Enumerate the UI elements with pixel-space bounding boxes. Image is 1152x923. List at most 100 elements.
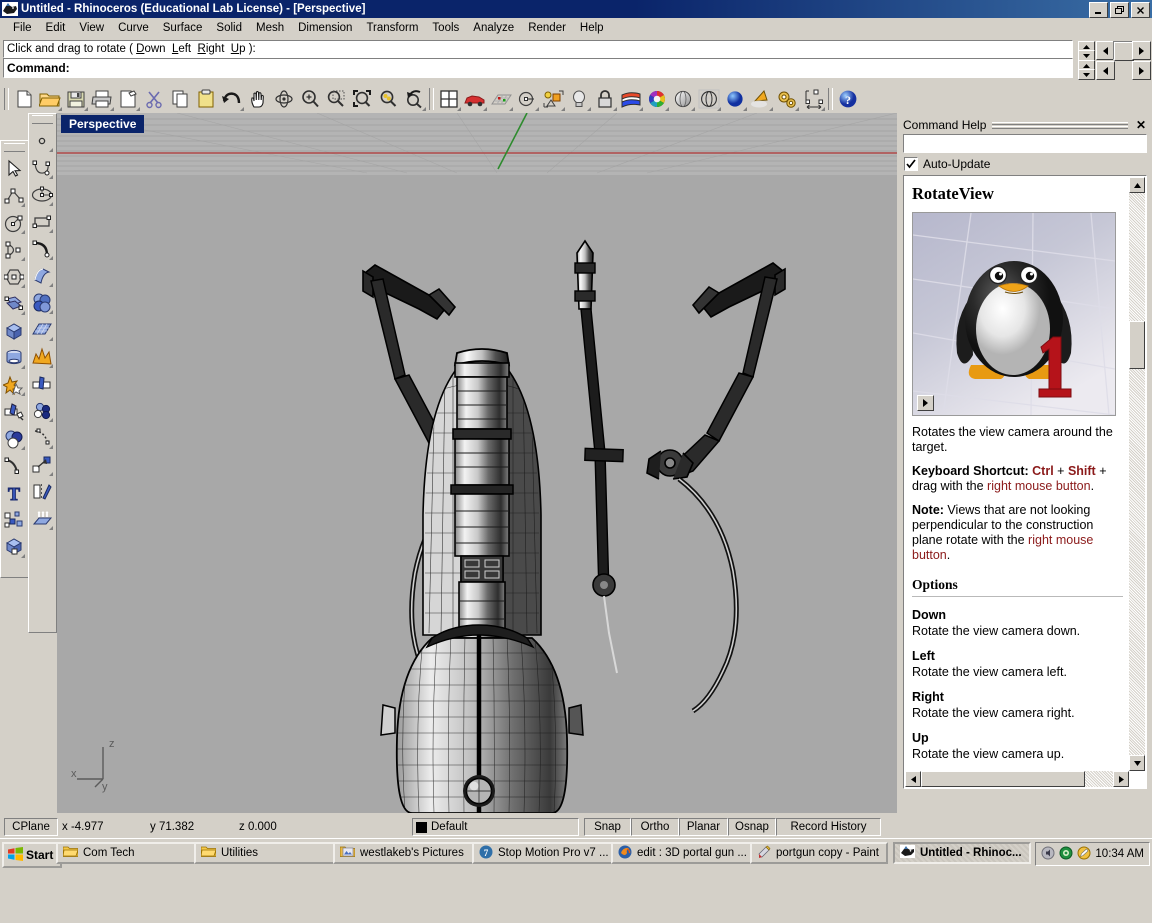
close-button[interactable] bbox=[1131, 2, 1150, 18]
fillet-curve-icon[interactable] bbox=[1, 452, 26, 479]
help-hscroll-left-button[interactable] bbox=[905, 771, 921, 787]
object-properties-icon[interactable] bbox=[540, 86, 566, 112]
help-scroll-down-button[interactable] bbox=[1129, 755, 1145, 771]
help-question-icon[interactable]: ? bbox=[835, 86, 861, 112]
control-point-curve-icon[interactable] bbox=[29, 154, 54, 181]
menu-file[interactable]: File bbox=[6, 20, 39, 36]
cmd-hscroll-right-button[interactable] bbox=[1132, 41, 1151, 60]
arc-icon[interactable] bbox=[1, 236, 26, 263]
pan-hand-icon[interactable] bbox=[245, 86, 271, 112]
polyline-icon[interactable] bbox=[1, 182, 26, 209]
boolean-star-icon[interactable] bbox=[1, 371, 26, 398]
viewport-label[interactable]: Perspective bbox=[61, 115, 144, 133]
play-animation-button[interactable] bbox=[917, 395, 934, 411]
layer-icon[interactable] bbox=[618, 86, 644, 112]
menu-dimension[interactable]: Dimension bbox=[291, 20, 359, 36]
menu-mesh[interactable]: Mesh bbox=[249, 20, 291, 36]
zoom-previous-icon[interactable] bbox=[401, 86, 427, 112]
volume-icon[interactable] bbox=[1041, 846, 1055, 863]
command-help-search-input[interactable] bbox=[904, 135, 1146, 152]
open-folder-icon[interactable] bbox=[37, 86, 63, 112]
text-tool-icon[interactable]: T bbox=[1, 479, 26, 506]
rectangle-icon[interactable] bbox=[29, 208, 54, 235]
curve-arc-icon[interactable] bbox=[29, 235, 54, 262]
cut-scissors-icon[interactable] bbox=[141, 86, 167, 112]
auto-update-row[interactable]: Auto-Update bbox=[904, 157, 990, 171]
zoom-in-icon[interactable] bbox=[297, 86, 323, 112]
perspective-viewport[interactable]: Perspective bbox=[57, 113, 897, 813]
minimize-button[interactable] bbox=[1089, 2, 1108, 18]
dimension-icon[interactable] bbox=[800, 86, 826, 112]
menu-solid[interactable]: Solid bbox=[209, 20, 249, 36]
help-hscroll-thumb[interactable] bbox=[921, 771, 1085, 787]
move-arrow-icon[interactable] bbox=[29, 451, 54, 478]
gears-icon[interactable] bbox=[774, 86, 800, 112]
taskbar-button-rhinoceros[interactable]: Untitled - Rhinoc... bbox=[893, 842, 1031, 864]
mirror-icon[interactable] bbox=[29, 478, 54, 505]
taskbar-button-stop-motion-pro[interactable]: 7 Stop Motion Pro v7 ... bbox=[472, 842, 622, 864]
zoom-window-icon[interactable] bbox=[323, 86, 349, 112]
box-solid-icon[interactable] bbox=[1, 317, 26, 344]
explode-icon[interactable] bbox=[1, 506, 26, 533]
array-up-icon[interactable] bbox=[29, 505, 54, 532]
undo-arrow-icon[interactable] bbox=[219, 86, 245, 112]
new-file-icon[interactable] bbox=[11, 86, 37, 112]
menu-help[interactable]: Help bbox=[573, 20, 611, 36]
print-preview-icon[interactable] bbox=[115, 86, 141, 112]
start-button[interactable]: Start bbox=[2, 842, 62, 868]
spotlight-cone-icon[interactable] bbox=[748, 86, 774, 112]
command-prompt-line[interactable]: Command: bbox=[3, 58, 1073, 78]
explode-burst-icon[interactable] bbox=[29, 343, 54, 370]
help-hscroll-right-button[interactable] bbox=[1113, 771, 1129, 787]
taskbar-button-com-tech[interactable]: Com Tech bbox=[56, 842, 206, 864]
zoom-extents-icon[interactable] bbox=[349, 86, 375, 112]
command-scroll-down-button[interactable] bbox=[1078, 69, 1095, 80]
surface-grid-icon[interactable] bbox=[29, 316, 54, 343]
menu-curve[interactable]: Curve bbox=[111, 20, 156, 36]
panel-grip[interactable] bbox=[992, 122, 1128, 129]
auto-update-checkbox[interactable] bbox=[904, 157, 918, 171]
cylinder-solid-icon[interactable] bbox=[1, 344, 26, 371]
boolean-spheres-icon[interactable] bbox=[1, 425, 26, 452]
status-cplane[interactable]: CPlane bbox=[4, 818, 58, 836]
menu-surface[interactable]: Surface bbox=[156, 20, 210, 36]
command-help-search-box[interactable] bbox=[903, 134, 1147, 153]
four-viewport-icon[interactable] bbox=[436, 86, 462, 112]
status-toggle-ortho[interactable]: Ortho bbox=[631, 818, 679, 836]
taskbar-button-utilities[interactable]: Utilities bbox=[194, 842, 344, 864]
car-render-icon[interactable] bbox=[462, 86, 488, 112]
wireframe-sphere-icon[interactable] bbox=[696, 86, 722, 112]
pencil-icon[interactable] bbox=[1077, 846, 1091, 863]
cmd-hscroll-track[interactable] bbox=[1113, 41, 1133, 60]
rotate-view-icon[interactable] bbox=[271, 86, 297, 112]
split-icon[interactable] bbox=[29, 370, 54, 397]
lock-icon[interactable] bbox=[592, 86, 618, 112]
select-arrow-icon[interactable] bbox=[1, 155, 26, 182]
help-vertical-scrollbar[interactable] bbox=[1129, 177, 1145, 771]
menu-transform[interactable]: Transform bbox=[359, 20, 425, 36]
ellipse-icon[interactable] bbox=[29, 181, 54, 208]
polygon-icon[interactable] bbox=[1, 263, 26, 290]
print-icon[interactable] bbox=[89, 86, 115, 112]
cube-block-icon[interactable] bbox=[1, 533, 26, 560]
zoom-selected-icon[interactable] bbox=[375, 86, 401, 112]
copy-icon[interactable] bbox=[167, 86, 193, 112]
status-toggle-record-history[interactable]: Record History bbox=[776, 818, 881, 836]
offset-curve-icon[interactable] bbox=[29, 424, 54, 451]
render-sphere-icon[interactable] bbox=[722, 86, 748, 112]
paste-clipboard-icon[interactable] bbox=[193, 86, 219, 112]
menu-view[interactable]: View bbox=[72, 20, 111, 36]
point-circle-icon[interactable] bbox=[514, 86, 540, 112]
shield-green-icon[interactable] bbox=[1059, 846, 1073, 863]
save-disk-icon[interactable] bbox=[63, 86, 89, 112]
menu-edit[interactable]: Edit bbox=[39, 20, 73, 36]
menu-tools[interactable]: Tools bbox=[425, 20, 466, 36]
taskbar-button-paint[interactable]: portgun copy - Paint bbox=[750, 842, 888, 864]
cmd-hscroll-right-button-2[interactable] bbox=[1132, 61, 1151, 80]
sphere-union-icon[interactable] bbox=[29, 289, 54, 316]
shaded-sphere-icon[interactable] bbox=[670, 86, 696, 112]
menu-analyze[interactable]: Analyze bbox=[466, 20, 521, 36]
status-toggle-snap[interactable]: Snap bbox=[584, 818, 631, 836]
trim-icon[interactable] bbox=[1, 398, 26, 425]
extrude-surface-icon[interactable] bbox=[29, 262, 54, 289]
